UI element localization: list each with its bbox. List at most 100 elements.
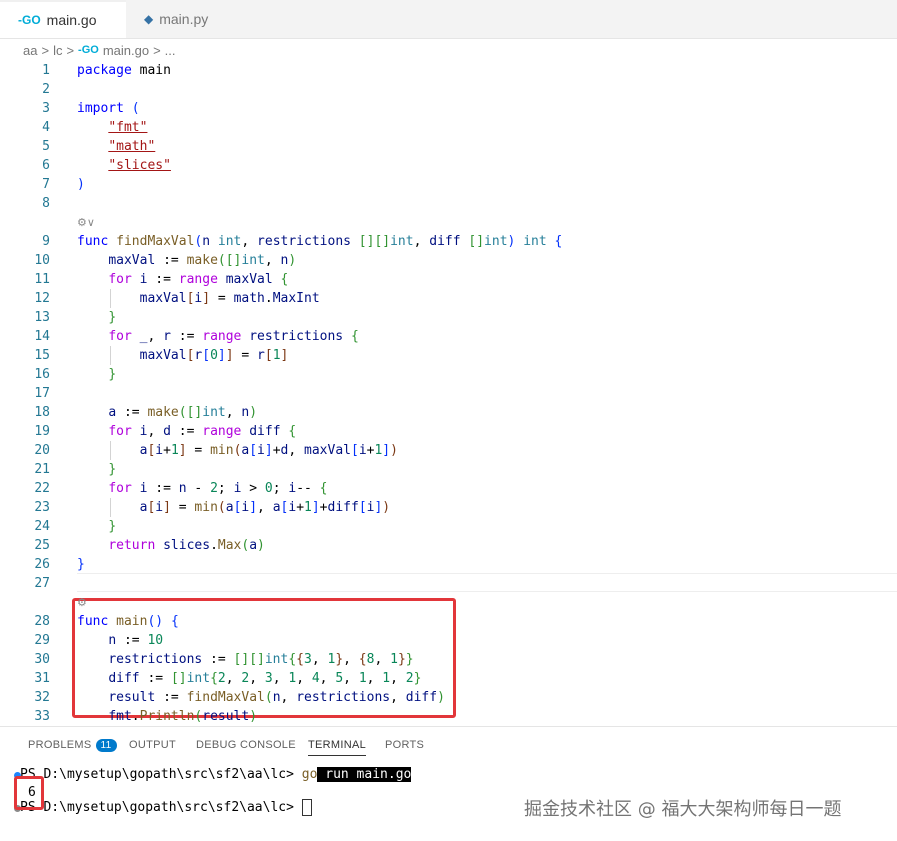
code-token: ): [249, 405, 258, 420]
line-number: 18: [34, 405, 50, 420]
line-number: 10: [34, 253, 50, 268]
line-number: 30: [34, 652, 50, 667]
code-token: [: [249, 443, 258, 458]
code-text: func findMaxVal(n int, restrictions [][]…: [77, 232, 562, 251]
codelens-row: ⚙∨: [0, 213, 897, 232]
code-token: restrictions: [257, 234, 351, 249]
breadcrumb-item[interactable]: aa: [23, 43, 37, 58]
code-token: ): [382, 500, 391, 515]
tab-label: OUTPUT: [129, 739, 177, 751]
code-token: ,: [249, 671, 265, 686]
code-token: (: [131, 101, 140, 116]
code-token: 4: [311, 671, 320, 686]
code-token: {: [358, 652, 367, 667]
code-token: result: [202, 709, 250, 724]
tab-output[interactable]: OUTPUT: [129, 739, 176, 751]
tab-ports[interactable]: PORTS: [385, 739, 424, 751]
codelens-icon[interactable]: ⚙∨: [77, 213, 95, 232]
code-editor[interactable]: 1 package main 2 3 import (4 "fmt" 5 "math" 6 …: [0, 61, 897, 726]
code-token: maxVal: [108, 253, 156, 268]
code-token: :=: [155, 690, 187, 705]
code-token: (: [217, 500, 226, 515]
code-token: a: [272, 500, 281, 515]
code-token: n: [202, 234, 211, 249]
line-number: 17: [34, 386, 50, 401]
codelens-icon[interactable]: ⚙: [77, 593, 87, 612]
tab-debug-console[interactable]: DEBUG CONSOLE: [196, 739, 296, 751]
code-token: make: [186, 253, 218, 268]
code-token: +: [319, 500, 328, 515]
code-token: n: [272, 690, 281, 705]
code-text: result := findMaxVal(n, restrictions, di…: [77, 688, 445, 707]
line-number: 33: [34, 709, 50, 724]
terminal-prompt: PS D:\mysetup\gopath\src\sf2\aa\lc>: [20, 767, 302, 782]
code-token: 1: [390, 652, 398, 667]
code-text: }: [77, 555, 85, 574]
code-token: 1: [382, 671, 391, 686]
tab-label: PORTS: [385, 739, 425, 751]
code-token: 2: [210, 481, 218, 496]
code-token: }: [77, 557, 85, 572]
code-token: -: [186, 481, 211, 496]
line-number: 31: [34, 671, 50, 686]
tab-main-py[interactable]: ◆ main.py: [126, 0, 246, 38]
tab-main-go[interactable]: -GO main.go: [0, 0, 126, 38]
code-token: make: [147, 405, 179, 420]
code-text: "slices": [77, 156, 171, 175]
code-token: ,: [288, 443, 305, 458]
code-token: maxVal: [139, 348, 187, 363]
line-number: 3: [42, 101, 50, 116]
code-token: ,: [280, 690, 297, 705]
line-number: 21: [34, 462, 50, 477]
python-file-icon: ◆: [144, 12, 154, 26]
code-token: +: [296, 500, 305, 515]
code-token: ]: [264, 443, 273, 458]
line-number: 9: [42, 234, 50, 249]
code-token: }: [413, 671, 422, 686]
code-token: ): [257, 538, 265, 553]
code-token: ]: [178, 443, 187, 458]
code-token: 0: [264, 481, 273, 496]
line-number: 8: [42, 196, 50, 211]
code-text: restrictions := [][]int{{3, 1}, {8, 1}}: [77, 650, 414, 669]
code-token: }: [108, 462, 117, 477]
line-number: 7: [42, 177, 50, 192]
code-token: ]: [225, 348, 234, 363]
code-line: 17: [0, 384, 897, 403]
line-number: 24: [34, 519, 50, 534]
tab-problems[interactable]: PROBLEMS 11: [28, 739, 117, 752]
breadcrumb-item[interactable]: ...: [165, 43, 176, 58]
breadcrumb-item[interactable]: main.go: [103, 43, 149, 58]
code-line: 8: [0, 194, 897, 213]
tab-terminal[interactable]: TERMINAL: [308, 739, 367, 756]
code-token: }: [405, 652, 414, 667]
code-token: .: [264, 291, 273, 306]
code-text: maxVal := make([]int, n): [77, 251, 296, 270]
code-token: }: [335, 652, 344, 667]
line-number: 11: [34, 272, 50, 287]
code-text: a[i] = min(a[i], a[i+1]+diff[i]): [77, 498, 391, 517]
code-line: 18 a := make([]int, n): [0, 403, 897, 422]
code-token: func: [77, 614, 109, 629]
breadcrumb-item[interactable]: lc: [53, 43, 62, 58]
line-number: 5: [42, 139, 50, 154]
code-token: ,: [296, 671, 312, 686]
code-token: 3: [264, 671, 273, 686]
code-token: =: [170, 500, 195, 515]
tab-label: DEBUG CONSOLE: [196, 739, 296, 751]
line-number: 4: [42, 120, 50, 135]
code-token: =: [186, 443, 211, 458]
code-token: (): [147, 614, 164, 629]
code-text: ): [77, 175, 85, 194]
code-text: a[i+1] = min(a[i]+d, maxVal[i+1]): [77, 441, 398, 460]
code-text: for i := range maxVal {: [77, 270, 288, 289]
